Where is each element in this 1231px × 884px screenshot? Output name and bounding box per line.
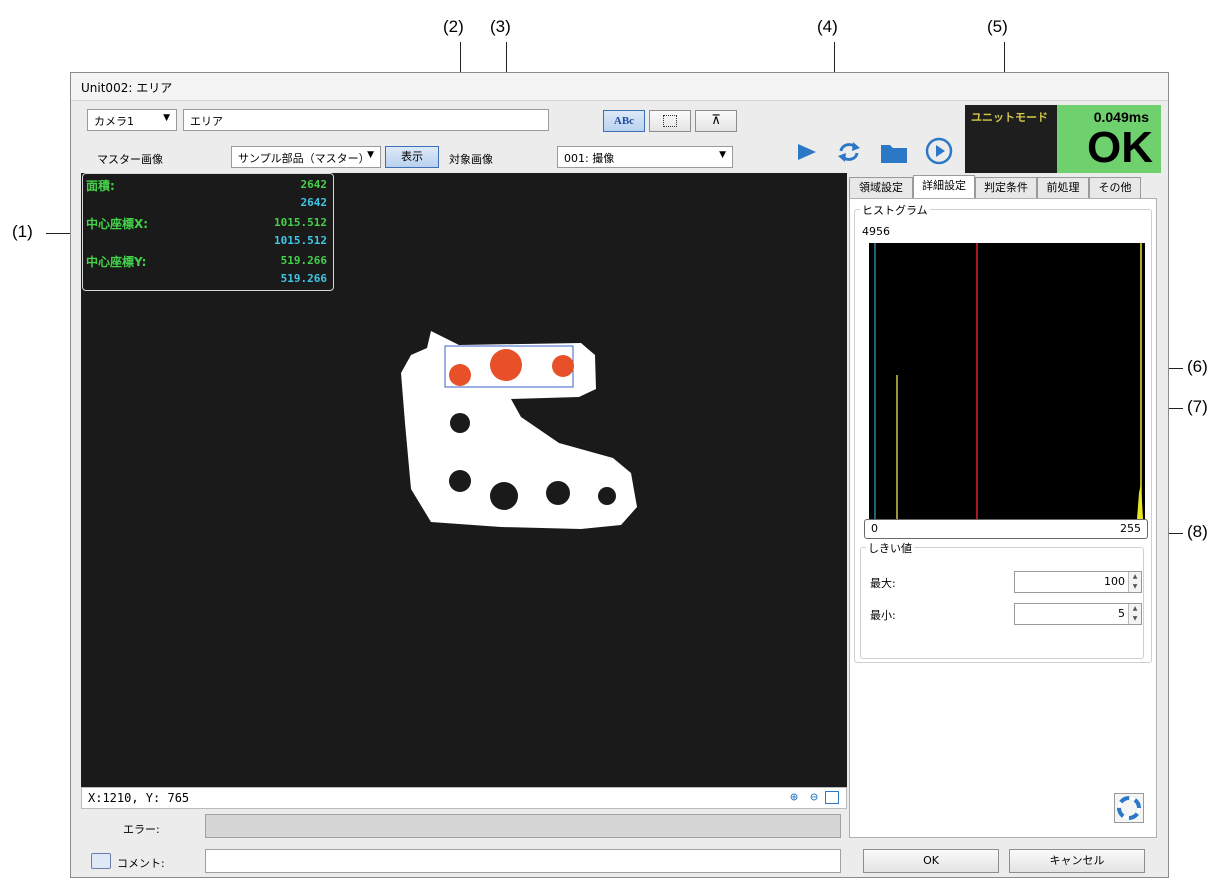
hole-a <box>450 413 470 433</box>
result-panel: 0.049ms OK <box>1057 105 1161 173</box>
spinner-icon[interactable]: ▲ ▼ <box>1128 604 1141 624</box>
text-display-button[interactable]: ABc <box>603 110 645 132</box>
callout-3: (3) <box>490 17 511 36</box>
detail-settings-panel: ヒストグラム 4956 0 255 しきい値 最大: 100 ▲ ▼ 最小: 5 … <box>849 198 1157 838</box>
histogram-label: ヒストグラム <box>860 202 930 218</box>
target-image-label: 対象画像 <box>449 153 493 166</box>
center-x-label: 中心座標X: <box>86 217 149 231</box>
center-y-value-1: 519.266 <box>280 254 327 267</box>
callout-1: (1) <box>12 222 33 241</box>
hole-c <box>490 482 518 510</box>
callout-8: (8) <box>1187 522 1208 541</box>
callout-5: (5) <box>987 17 1008 36</box>
camera-select[interactable]: カメラ1 ▼ <box>87 109 177 131</box>
play-icon[interactable] <box>795 141 819 163</box>
show-button[interactable]: 表示 <box>385 146 439 168</box>
threshold-max-value: 100 <box>1104 575 1125 588</box>
unit-name-input[interactable]: エリア <box>183 109 549 131</box>
hole-e <box>598 487 616 505</box>
comment-label: コメント: <box>117 857 165 870</box>
histogram-axis-min: 0 <box>871 522 878 535</box>
threshold-label: しきい値 <box>866 540 914 556</box>
tab-detail[interactable]: 詳細設定 <box>913 175 975 199</box>
histogram-axis-range: 0 255 <box>864 519 1148 539</box>
center-x-value-1: 1015.512 <box>274 216 327 229</box>
tab-region[interactable]: 領域設定 <box>849 177 913 199</box>
callout-7: (7) <box>1187 397 1208 416</box>
spinner-icon[interactable]: ▲ ▼ <box>1128 572 1141 592</box>
align-center-icon: ⊼ <box>711 113 721 128</box>
repeat-icon[interactable] <box>835 139 863 165</box>
step-play-icon[interactable] <box>925 137 953 165</box>
tab-judgement[interactable]: 判定条件 <box>975 177 1037 199</box>
histogram-plot <box>869 243 1145 519</box>
zoom-in-icon[interactable]: ⊕ <box>790 790 798 805</box>
threshold-min-label: 最小: <box>870 609 896 622</box>
cancel-button[interactable]: キャンセル <box>1009 849 1145 873</box>
callout-4: (4) <box>817 17 838 36</box>
keyboard-icon[interactable] <box>91 853 111 869</box>
error-field <box>205 814 841 838</box>
result-label: OK <box>1087 123 1153 172</box>
threshold-min-value: 5 <box>1118 607 1125 620</box>
hole-b <box>449 470 471 492</box>
help-lifebuoy-icon[interactable] <box>1114 793 1144 823</box>
histogram-max-count: 4956 <box>862 225 890 238</box>
detected-blob-2 <box>490 349 522 381</box>
threshold-min-field[interactable]: 5 ▲ ▼ <box>1014 603 1142 625</box>
chevron-down-icon: ▼ <box>163 113 170 123</box>
detected-blob-3 <box>552 355 574 377</box>
zoom-out-icon[interactable]: ⊖ <box>810 790 818 805</box>
center-y-value-2: 519.266 <box>280 272 327 285</box>
unit-window: Unit002: エリア カメラ1 ▼ エリア ABc ⊼ マスター画像 サンプ… <box>70 72 1169 878</box>
coordinate-readout: X:1210, Y: 765 ⊕ ⊖ <box>81 787 847 809</box>
coordinate-text: X:1210, Y: 765 <box>88 791 190 805</box>
threshold-max-label: 最大: <box>870 577 896 590</box>
measurement-overlay: 面積: 2642 2642 中心座標X: 1015.512 1015.512 中… <box>82 173 334 291</box>
center-y-label: 中心座標Y: <box>86 255 147 269</box>
chevron-down-icon: ▼ <box>367 150 374 160</box>
unit-mode-label: ユニットモード <box>971 111 1048 124</box>
comment-input[interactable] <box>205 849 841 873</box>
dotted-rectangle-icon <box>663 115 677 127</box>
center-x-value-2: 1015.512 <box>274 234 327 247</box>
tab-preprocess[interactable]: 前処理 <box>1037 177 1089 199</box>
image-viewer[interactable]: 面積: 2642 2642 中心座標X: 1015.512 1015.512 中… <box>81 173 847 787</box>
error-label: エラー: <box>123 823 160 836</box>
histogram-axis-max: 255 <box>1120 522 1141 535</box>
align-display-button[interactable]: ⊼ <box>695 110 737 132</box>
hole-d <box>546 481 570 505</box>
histogram-background <box>869 243 1145 519</box>
folder-icon[interactable] <box>879 139 909 165</box>
fit-screen-icon[interactable] <box>825 791 839 804</box>
master-image-value: サンプル部品（マスター） <box>238 152 370 165</box>
ok-button[interactable]: OK <box>863 849 999 873</box>
area-value-2: 2642 <box>300 196 328 209</box>
area-label: 面積: <box>86 179 115 193</box>
region-display-button[interactable] <box>649 110 691 132</box>
callout-2: (2) <box>443 17 464 36</box>
target-image-select[interactable]: 001: 撮像 ▼ <box>557 146 733 168</box>
target-image-value: 001: 撮像 <box>564 152 615 165</box>
unit-mode-panel: ユニットモード <box>965 105 1057 173</box>
master-image-label: マスター画像 <box>97 153 163 166</box>
detected-blob-1 <box>449 364 471 386</box>
camera-select-value: カメラ1 <box>94 115 134 128</box>
area-value-1: 2642 <box>300 178 328 191</box>
callout-6: (6) <box>1187 357 1208 376</box>
master-image-select[interactable]: サンプル部品（マスター） ▼ <box>231 146 381 168</box>
tab-other[interactable]: その他 <box>1089 177 1141 199</box>
threshold-max-field[interactable]: 100 ▲ ▼ <box>1014 571 1142 593</box>
chevron-down-icon: ▼ <box>719 150 726 160</box>
window-title: Unit002: エリア <box>71 73 1168 101</box>
